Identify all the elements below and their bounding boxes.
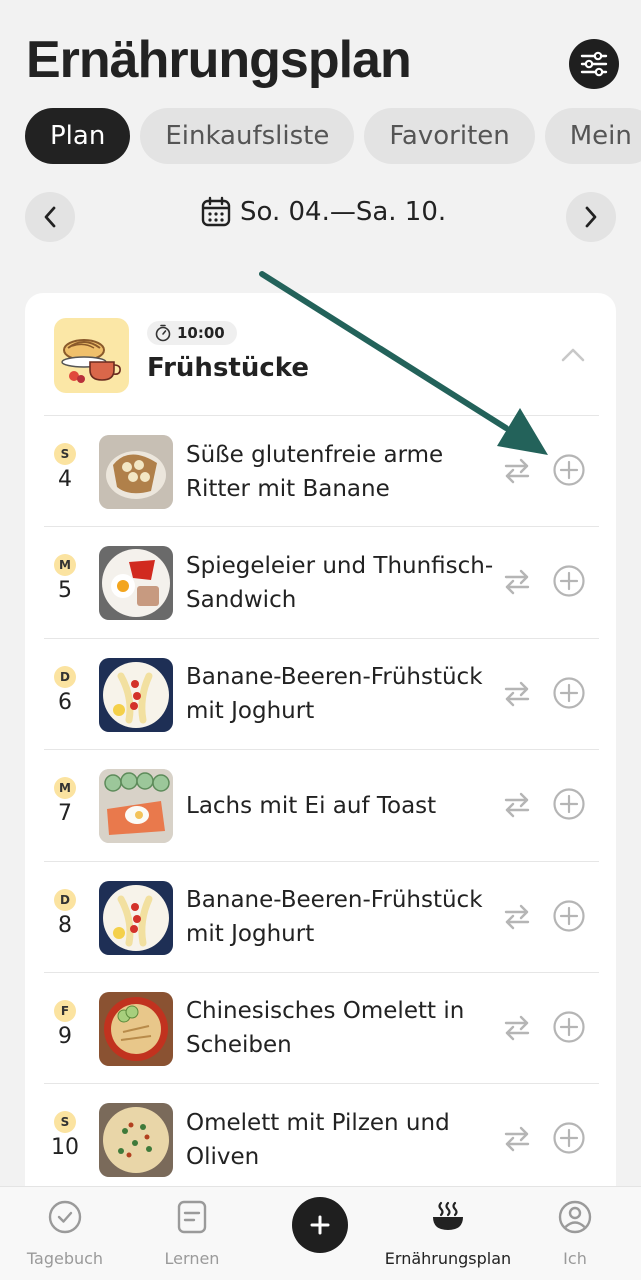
- day-indicator: M 7: [44, 777, 86, 826]
- day-letter: D: [54, 665, 76, 688]
- day-letter: M: [54, 777, 76, 800]
- plus-icon: [310, 1215, 330, 1235]
- day-letter: S: [54, 443, 76, 465]
- recipe-row[interactable]: S 10 Omelett mit Pilzen und Oliven: [44, 1083, 599, 1194]
- chevron-left-icon: [44, 206, 56, 228]
- nav-ich[interactable]: Ich: [510, 1199, 640, 1268]
- day-letter: M: [54, 554, 76, 577]
- add-circle-icon[interactable]: [552, 787, 586, 821]
- nav-lernen-label: Lernen: [164, 1249, 220, 1268]
- day-number: 8: [58, 912, 72, 938]
- add-circle-icon[interactable]: [552, 453, 586, 487]
- recipe-thumbnail: [99, 769, 173, 844]
- meal-card: 10:00 Frühstücke S 4 Süße glutenfreie ar…: [25, 293, 616, 1253]
- day-indicator: M 5: [44, 554, 86, 603]
- day-number: 6: [58, 689, 72, 715]
- recipe-thumbnail: [99, 657, 173, 732]
- nav-lernen[interactable]: Lernen: [127, 1199, 257, 1268]
- day-letter: S: [54, 1111, 76, 1134]
- swap-icon[interactable]: [502, 1013, 532, 1043]
- day-indicator: D 6: [44, 665, 86, 715]
- tab-favoriten[interactable]: Favoriten: [364, 108, 535, 164]
- swap-icon[interactable]: [502, 456, 532, 486]
- meal-name: Frühstücke: [147, 353, 309, 383]
- recipe-title: Lachs mit Ei auf Toast: [186, 792, 437, 819]
- nav-ernaehrungsplan-label: Ernährungsplan: [384, 1249, 512, 1268]
- add-entry-button[interactable]: [292, 1197, 348, 1253]
- swap-icon[interactable]: [502, 567, 532, 597]
- swap-icon[interactable]: [502, 1124, 532, 1154]
- recipe-thumbnail: [99, 880, 173, 955]
- recipe-title: Süße glutenfreie arme Ritter mit Banane: [186, 441, 444, 502]
- document-icon: [177, 1200, 207, 1234]
- nav-ernaehrungsplan[interactable]: Ernährungsplan: [383, 1199, 513, 1268]
- day-number: 5: [58, 578, 72, 604]
- recipe-thumbnail: [99, 991, 173, 1066]
- week-range[interactable]: So. 04.—Sa. 10.: [200, 196, 446, 228]
- chevron-right-icon: [585, 206, 597, 228]
- recipe-thumbnail: [99, 1103, 173, 1178]
- recipe-thumbnail: [99, 546, 173, 621]
- nav-tagebuch[interactable]: Tagebuch: [0, 1199, 130, 1268]
- add-circle-icon[interactable]: [552, 1010, 586, 1044]
- add-circle-icon[interactable]: [552, 564, 586, 598]
- day-indicator: S 4: [44, 443, 86, 492]
- week-navigation: So. 04.—Sa. 10.: [25, 192, 616, 242]
- recipe-title: Spiegeleier und Thunfisch-Sandwich: [186, 552, 494, 613]
- day-letter: F: [54, 999, 76, 1022]
- calendar-icon: [201, 196, 231, 227]
- tab-bar: Plan Einkaufsliste Favoriten Mein: [25, 108, 641, 164]
- tab-plan[interactable]: Plan: [25, 108, 131, 164]
- day-indicator: D 8: [44, 888, 86, 938]
- swap-icon[interactable]: [502, 790, 532, 820]
- header: Ernährungsplan Plan Einkaufsliste Favorite…: [0, 0, 641, 260]
- chevron-up-icon[interactable]: [559, 345, 587, 365]
- previous-week-button[interactable]: [25, 192, 75, 242]
- recipe-title: Banane-Beeren-Frühstück mit Joghurt: [186, 664, 483, 725]
- recipe-row[interactable]: M 5 Spiegeleier und Thunfisch-Sandwich: [44, 526, 599, 637]
- profile-icon: [558, 1200, 592, 1234]
- swap-icon[interactable]: [502, 679, 532, 709]
- nav-tagebuch-label: Tagebuch: [26, 1249, 104, 1268]
- sliders-icon: [580, 51, 608, 77]
- check-circle-icon: [48, 1200, 82, 1234]
- day-letter: D: [54, 888, 76, 911]
- day-number: 7: [58, 801, 72, 827]
- tab-mein[interactable]: Mein: [544, 108, 641, 164]
- day-number: 4: [58, 467, 72, 492]
- meal-time-badge: 10:00: [147, 321, 237, 345]
- recipe-title: Chinesisches Omelett in Scheiben: [186, 998, 465, 1059]
- recipe-row[interactable]: S 4 Süße glutenfreie arme Ritter mit Ban…: [44, 415, 599, 526]
- tab-einkaufsliste[interactable]: Einkaufsliste: [140, 108, 355, 164]
- breakfast-illustration: [54, 318, 129, 393]
- bottom-navigation: Tagebuch Lernen Ernährungsplan Ich: [0, 1186, 641, 1280]
- add-circle-icon[interactable]: [552, 899, 586, 933]
- day-indicator: S 10: [44, 1111, 86, 1160]
- recipe-row[interactable]: M 7 Lachs mit Ei auf Toast: [44, 749, 599, 860]
- bowl-icon: [433, 1201, 463, 1230]
- week-range-label: So. 04.—Sa. 10.: [240, 197, 447, 227]
- add-circle-icon[interactable]: [552, 1121, 586, 1155]
- recipe-row[interactable]: F 9 Chinesisches Omelett in Scheiben: [44, 971, 599, 1083]
- next-week-button[interactable]: [566, 192, 616, 242]
- day-number: 9: [58, 1023, 72, 1049]
- meal-header[interactable]: 10:00 Frühstücke: [25, 293, 616, 415]
- stopwatch-icon: [155, 324, 171, 342]
- nav-ich-label: Ich: [563, 1249, 587, 1268]
- recipe-row[interactable]: D 6 Banane-Beeren-Frühstück mit Joghurt: [44, 637, 599, 749]
- page-title: Ernährungsplan: [26, 31, 412, 89]
- recipe-row[interactable]: D 8 Banane-Beeren-Frühstück mit Joghurt: [44, 860, 599, 972]
- recipe-title: Banane-Beeren-Frühstück mit Joghurt: [186, 887, 483, 948]
- day-indicator: F 9: [44, 999, 86, 1049]
- meal-time: 10:00: [177, 324, 225, 342]
- day-number: 10: [51, 1135, 79, 1161]
- recipe-title: Omelett mit Pilzen und Oliven: [186, 1109, 450, 1170]
- settings-button[interactable]: [569, 39, 619, 89]
- recipe-list: S 4 Süße glutenfreie arme Ritter mit Ban…: [44, 415, 599, 1195]
- recipe-thumbnail: [99, 435, 173, 509]
- add-circle-icon[interactable]: [552, 676, 586, 710]
- swap-icon[interactable]: [502, 902, 532, 932]
